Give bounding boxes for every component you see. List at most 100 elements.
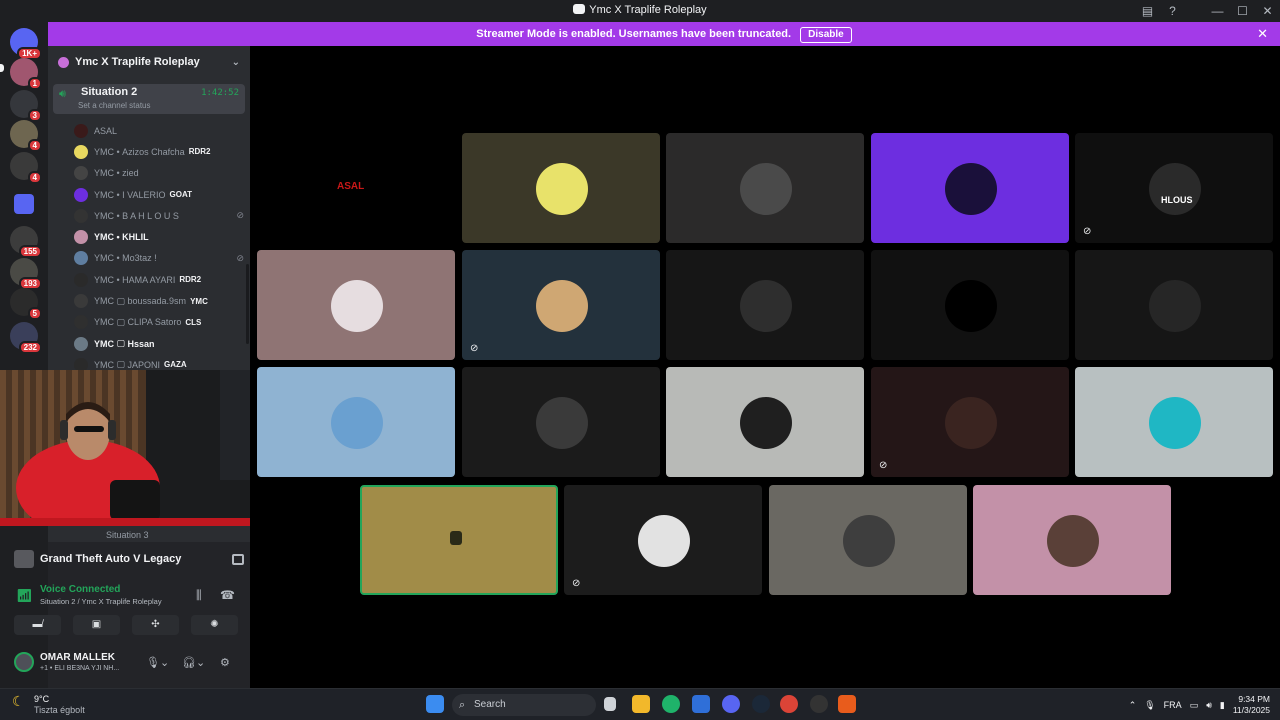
avatar [740, 397, 792, 449]
participant-tile[interactable]: ⊘ [871, 367, 1069, 477]
participant-tile-speaking[interactable] [360, 485, 558, 595]
edge-browser-icon[interactable] [662, 695, 680, 713]
battery-icon[interactable]: ▮ [1220, 700, 1225, 711]
server-icon[interactable]: 5 [10, 288, 42, 320]
soundboard-icon[interactable]: ✺ [191, 615, 238, 635]
close-banner-icon[interactable]: ✕ [1257, 22, 1268, 46]
weather-widget[interactable]: ☾ 9°C Tiszta égbolt [12, 694, 85, 716]
maximize-icon[interactable]: ☐ [1230, 4, 1255, 18]
voice-member[interactable]: YMC • KHLIL [74, 226, 244, 247]
participant-tile[interactable] [871, 133, 1069, 243]
server-icon[interactable]: 193 [10, 258, 42, 290]
participant-tile[interactable] [666, 367, 864, 477]
voice-member[interactable]: YMC • Mo3taz ! ⊘ [74, 248, 244, 269]
participant-tile[interactable] [666, 250, 864, 360]
participant-tile[interactable]: ⊘ [564, 485, 762, 595]
participant-tile[interactable] [769, 485, 967, 595]
participant-tile[interactable] [666, 133, 864, 243]
participant-tile[interactable]: ASAL [257, 133, 455, 243]
folder-icon[interactable] [14, 194, 34, 214]
server-icon[interactable]: 4 [10, 120, 42, 152]
voice-member[interactable]: YMC • Azizos Chafcha RDR2 [74, 141, 244, 162]
server-icon[interactable]: 3 [10, 90, 42, 122]
start-button[interactable] [426, 695, 444, 713]
voice-member[interactable]: YMC • I VALERIO GOAT [74, 184, 244, 205]
server-icon[interactable]: 1 [10, 58, 42, 90]
voice-member[interactable]: YMC ▢ Hssan [74, 333, 244, 354]
language-indicator[interactable]: FRA [1164, 700, 1182, 710]
voice-connection: 📶︎ Voice Connected Situation 2 / Ymc X T… [14, 584, 244, 606]
scrollbar[interactable] [246, 264, 249, 344]
app-icon[interactable] [838, 695, 856, 713]
voice-member[interactable]: YMC • HAMA AYARI RDR2 [74, 269, 244, 290]
server-icon[interactable]: 155 [10, 226, 42, 258]
screen-share-icon[interactable] [232, 553, 244, 565]
screen-share-icon[interactable]: ▣ [73, 615, 120, 635]
next-channel-row[interactable]: Situation 3 [48, 528, 250, 542]
participant-tile[interactable] [257, 367, 455, 477]
search-box[interactable]: ⌕ Search [452, 694, 596, 716]
voice-member[interactable]: YMC ▢ boussada.9sm YMC [74, 290, 244, 311]
avatar [331, 397, 383, 449]
microphone-icon[interactable]: 🎙︎ [1144, 700, 1155, 711]
steam-icon[interactable] [752, 695, 770, 713]
task-view-icon[interactable] [604, 697, 616, 711]
activity-row[interactable]: Grand Theft Auto V Legacy [14, 548, 244, 570]
voice-stage: ASAL HLOUS ⊘ ⊘ ⊘ ⊘ [250, 46, 1280, 688]
voice-member[interactable]: YMC • B A H L O U S ⊘ [74, 205, 244, 226]
activities-icon[interactable]: ✣ [132, 615, 179, 635]
voice-channel-path[interactable]: Situation 2 / Ymc X Traplife Roleplay [40, 597, 244, 606]
microphone-icon[interactable]: 🎙︎⌄ [146, 656, 169, 669]
muted-mic-icon: ⊘ [470, 343, 479, 354]
streamer-mode-banner: Streamer Mode is enabled. Usernames have… [48, 22, 1280, 46]
discord-app-icon[interactable] [722, 695, 740, 713]
avatar [74, 294, 88, 309]
direct-messages-button[interactable]: 1K+ [10, 28, 42, 60]
participant-tile[interactable] [973, 485, 1171, 595]
participant-tile[interactable] [1075, 250, 1273, 360]
volume-icon[interactable]: 🔊︎ [1206, 700, 1212, 711]
participant-tile[interactable] [257, 250, 455, 360]
server-icon[interactable]: 232 [10, 322, 42, 354]
headphones-icon[interactable]: 🎧︎⌄ [182, 656, 205, 669]
guild-header[interactable]: Ymc X Traplife Roleplay ⌄ [48, 46, 250, 78]
participant-tile[interactable] [462, 133, 660, 243]
participant-tile[interactable]: HLOUS ⊘ [1075, 133, 1273, 243]
signal-icon[interactable]: 📶︎ [16, 588, 33, 604]
participant-tile[interactable] [1075, 367, 1273, 477]
chrome-icon[interactable] [780, 695, 798, 713]
store-icon[interactable] [692, 695, 710, 713]
participant-tile[interactable] [871, 250, 1069, 360]
voice-member[interactable]: YMC ▢ CLIPA Satoro CLS [74, 312, 244, 333]
user-area: OMAR MALLEK +1 • ELI BE3NA YJI NH... 🎙︎⌄… [14, 650, 244, 680]
voice-member[interactable]: ASAL [74, 120, 244, 141]
chevron-up-icon[interactable]: ⌃ [1129, 700, 1137, 711]
file-explorer-icon[interactable] [632, 695, 650, 713]
title-bar: Ymc X Traplife Roleplay ▤ ? — ☐ ✕ [0, 0, 1280, 22]
voice-member[interactable]: YMC • zied [74, 163, 244, 184]
server-icon[interactable]: 4 [10, 152, 42, 184]
participant-tile[interactable]: ⊘ [462, 250, 660, 360]
avatar [1149, 163, 1201, 215]
avatar[interactable] [14, 652, 34, 672]
clock[interactable]: 9:34 PM 11/3/2025 [1233, 694, 1270, 716]
help-icon[interactable]: ? [1160, 4, 1185, 18]
camera-toggle-icon[interactable]: ▬̸ [14, 615, 61, 635]
voice-connected-label[interactable]: Voice Connected [40, 584, 244, 595]
inbox-icon[interactable]: ▤ [1135, 4, 1160, 18]
close-window-icon[interactable]: ✕ [1255, 4, 1280, 18]
voice-channel-situation-2[interactable]: 🔊︎ Situation 2 Set a channel status 1:42… [53, 84, 245, 114]
channel-status[interactable]: Set a channel status [78, 101, 151, 110]
windows-taskbar: ☾ 9°C Tiszta égbolt ⌕ Search ⌃ 🎙︎ FRA ▭ … [0, 688, 1280, 720]
chevron-down-icon[interactable]: ⌄ [232, 57, 240, 68]
noise-suppression-icon[interactable]: ⫼ [196, 588, 202, 603]
settings-gear-icon[interactable]: ⚙ [220, 656, 230, 669]
obs-icon[interactable] [810, 695, 828, 713]
minimize-icon[interactable]: — [1205, 4, 1230, 18]
participant-logo-text: HLOUS [1161, 195, 1193, 205]
disable-streamer-mode-button[interactable]: Disable [800, 27, 852, 43]
disconnect-icon[interactable]: ☎︎ [220, 588, 235, 602]
network-icon[interactable]: ▭ [1190, 700, 1199, 711]
username[interactable]: OMAR MALLEK [40, 652, 115, 663]
participant-tile[interactable] [462, 367, 660, 477]
